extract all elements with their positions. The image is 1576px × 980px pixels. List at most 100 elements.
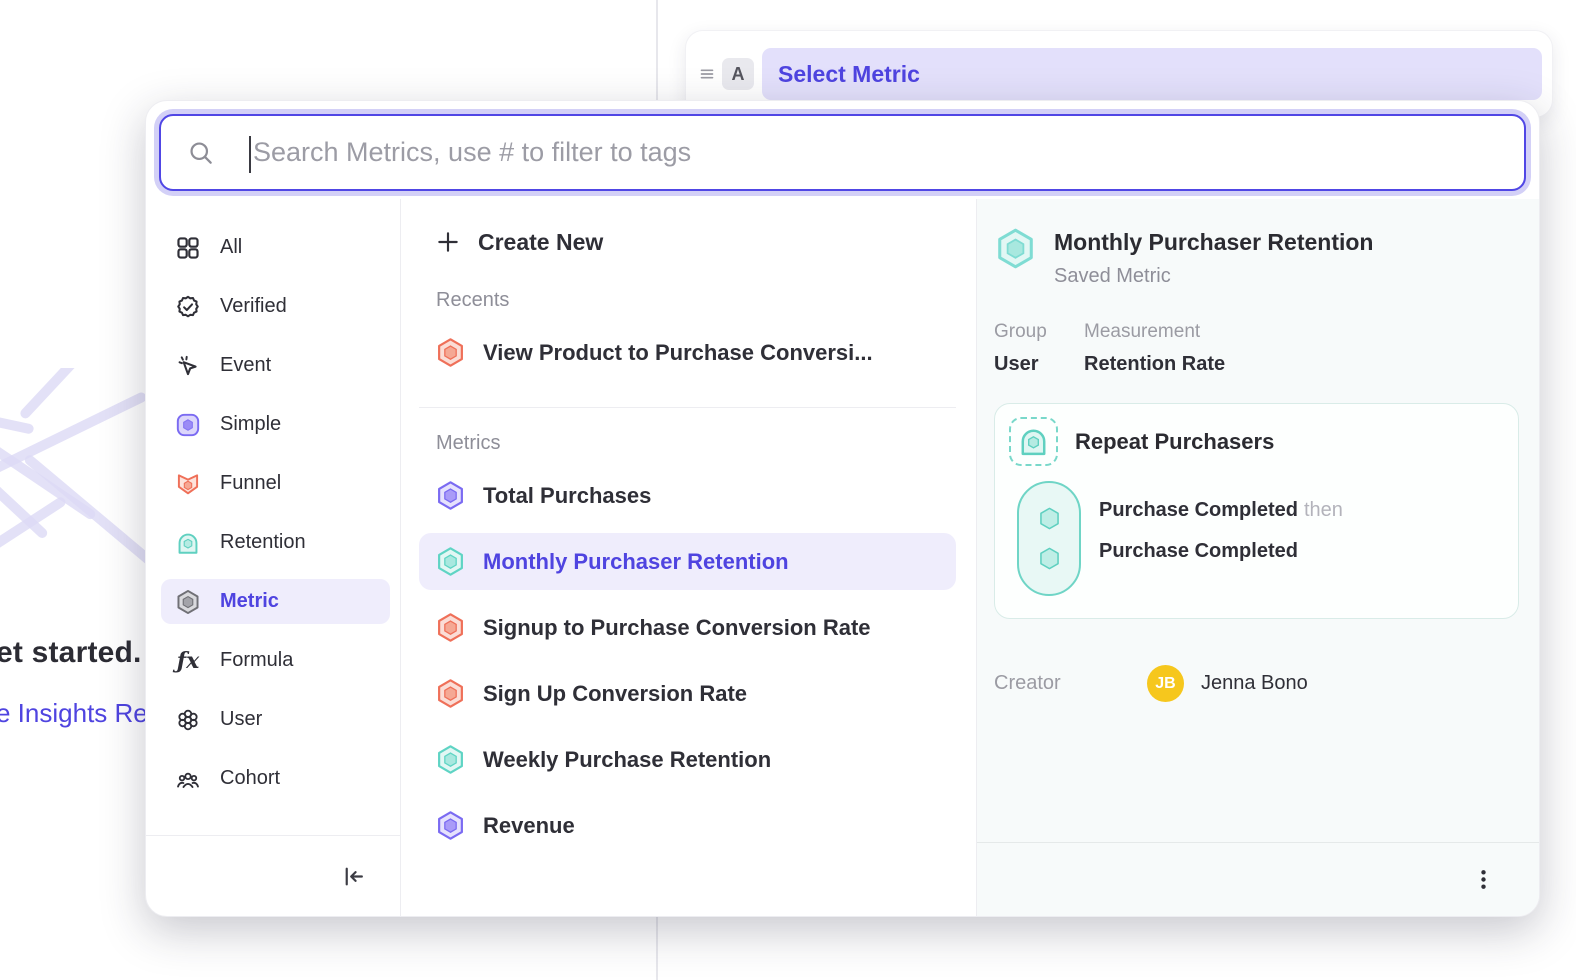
meta-label: Group [994,321,1084,343]
meta-value: User [994,353,1084,376]
background-heading-cut: et started. [0,636,142,670]
sidebar-item-metric[interactable]: Metric [161,579,390,624]
list-item-weekly-purchase-retention[interactable]: Weekly Purchase Retention [419,731,956,788]
kebab-menu-icon[interactable] [1472,868,1495,891]
teal-hexagon-icon [994,227,1037,270]
metric-hexagon-icon [175,589,201,615]
collapse-left-icon[interactable] [341,864,366,889]
metric-list-column: Create New Recents View Product to Purch… [401,199,977,916]
definition-header: Repeat Purchasers [1009,417,1502,466]
list-item-label: Weekly Purchase Retention [483,747,771,773]
sidebar-item-label: All [220,236,242,259]
definition-card: Repeat Purchasers Purchase Comp [994,403,1519,619]
purple-hexagon-icon [435,810,466,841]
metric-picker-modal: All Verified Event [145,100,1540,917]
detail-header: Monthly Purchaser Retention Saved Metric [994,227,1519,288]
creator-name: Jenna Bono [1201,672,1308,695]
detail-subtitle: Saved Metric [1054,265,1373,288]
list-item-sign-up-conversion-rate[interactable]: Sign Up Conversion Rate [419,665,956,722]
meta-value: Retention Rate [1084,353,1225,376]
sidebar-item-verified[interactable]: Verified [161,284,390,329]
step-line: Purchase Completed [1099,531,1343,572]
section-label-metrics: Metrics [436,432,956,455]
background-chart-doodle [0,368,150,628]
step-event: Purchase Completed [1099,540,1298,562]
sidebar-item-label: Verified [220,295,287,318]
detail-footer [977,842,1539,916]
list-divider [419,407,956,408]
list-item-label: Total Purchases [483,483,651,509]
retention-arch-icon [1009,417,1058,466]
step-line: Purchase Completedthen [1099,490,1343,531]
meta-label: Measurement [1084,321,1225,343]
user-cluster-icon [175,707,201,733]
event-cursor-icon [175,353,201,379]
list-item-monthly-purchaser-retention[interactable]: Monthly Purchaser Retention [419,533,956,590]
grid-icon [175,235,201,261]
sidebar-item-label: Funnel [220,472,281,495]
list-item-total-purchases[interactable]: Total Purchases [419,467,956,524]
text-caret [249,136,251,173]
definition-title: Repeat Purchasers [1075,429,1274,455]
funnel-hexagon-icon [175,471,201,497]
creator-label: Creator [994,672,1147,695]
modal-body: All Verified Event [146,199,1539,916]
orange-hexagon-icon [435,678,466,709]
verified-badge-icon [175,294,201,320]
metric-detail-panel: Monthly Purchaser Retention Saved Metric… [977,199,1539,916]
list-item-view-product-to-purchase[interactable]: View Product to Purchase Conversi... [419,324,956,381]
definition-body: Purchase Completedthen Purchase Complete… [1017,481,1502,596]
orange-hexagon-icon [435,337,466,368]
creator-row: Creator JB Jenna Bono [994,665,1519,702]
series-letter-badge: A [722,58,754,90]
event-sequence-capsule [1017,481,1081,596]
list-item-signup-to-purchase-conversion-rate[interactable]: Signup to Purchase Conversion Rate [419,599,956,656]
sidebar-item-formula[interactable]: ƒx Formula [161,638,390,683]
detail-meta: Group User Measurement Retention Rate [994,321,1519,376]
list-item-label: Signup to Purchase Conversion Rate [483,615,871,641]
sidebar-item-user[interactable]: User [161,697,390,742]
sidebar-footer [146,835,400,916]
list-item-label: Revenue [483,813,575,839]
sidebar-item-label: Event [220,354,271,377]
sidebar-item-funnel[interactable]: Funnel [161,461,390,506]
drag-handle-icon[interactable] [696,63,718,85]
search-area [146,101,1539,199]
create-new-button[interactable]: Create New [419,215,956,269]
meta-measurement: Measurement Retention Rate [1084,321,1225,376]
select-metric-button[interactable]: Select Metric [762,48,1542,100]
search-input[interactable] [161,116,1524,189]
sidebar-item-retention[interactable]: Retention [161,520,390,565]
step-connector: then [1304,499,1343,521]
list-item-label: Monthly Purchaser Retention [483,549,789,575]
detail-title-block: Monthly Purchaser Retention Saved Metric [1054,227,1373,288]
definition-steps: Purchase Completedthen Purchase Complete… [1099,481,1343,596]
meta-group: Group User [994,321,1084,376]
cohort-people-icon [175,766,201,792]
search-icon [187,139,215,167]
simple-hexagon-icon [175,412,201,438]
list-item-label: Sign Up Conversion Rate [483,681,747,707]
retention-arch-icon [175,530,201,556]
sidebar-item-simple[interactable]: Simple [161,402,390,447]
create-new-label: Create New [478,229,603,256]
sidebar-item-label: Cohort [220,767,280,790]
sidebar-item-all[interactable]: All [161,225,390,270]
event-hexagon-icon [1036,545,1063,572]
sidebar-item-label: Simple [220,413,281,436]
detail-content: Monthly Purchaser Retention Saved Metric… [977,199,1539,702]
sidebar-item-cohort[interactable]: Cohort [161,756,390,801]
search-box[interactable] [159,114,1526,191]
sidebar-item-label: Retention [220,531,306,554]
sidebar-item-label: Metric [220,590,279,613]
event-hexagon-icon [1036,505,1063,532]
plus-icon [435,229,461,255]
sidebar-item-label: User [220,708,262,731]
orange-hexagon-icon [435,612,466,643]
list-item-revenue[interactable]: Revenue [419,797,956,854]
sidebar-item-event[interactable]: Event [161,343,390,388]
filter-sidebar: All Verified Event [146,199,401,916]
teal-hexagon-icon [435,744,466,775]
list-item-label: View Product to Purchase Conversi... [483,340,873,366]
background-insights-link-cut[interactable]: e Insights Re [0,698,148,729]
